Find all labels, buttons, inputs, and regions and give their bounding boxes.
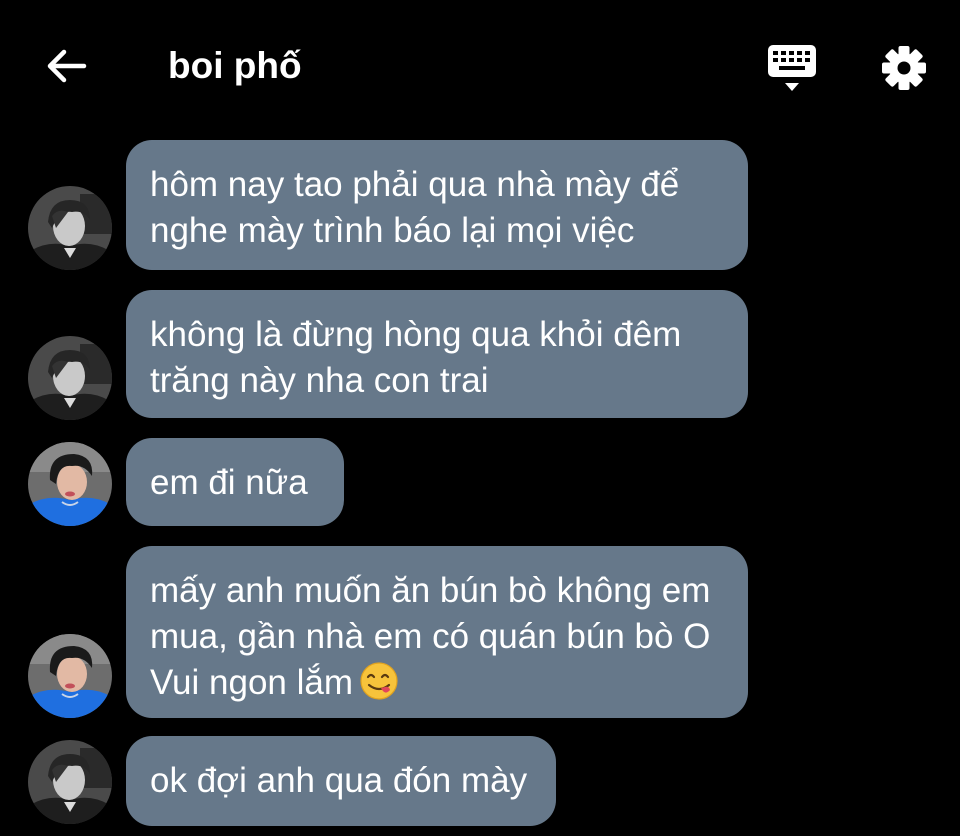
message-text-line: nghe mày trình báo lại mọi việc (150, 211, 635, 250)
message-text-line: hôm nay tao phải qua nhà mày để (150, 165, 680, 204)
avatar-gray-hair (28, 336, 112, 420)
face-savoring-food-emoji (360, 662, 398, 700)
avatar-blue-shirt (28, 442, 112, 526)
message-bubble[interactable]: hôm nay tao phải qua nhà mày để nghe mày… (126, 140, 748, 270)
message-bubble[interactable]: ok đợi anh qua đón mày (126, 736, 556, 826)
avatar-gray-hair (28, 740, 112, 824)
message-text-line: mấy anh muốn ăn bún bò không em (150, 571, 711, 610)
avatar[interactable] (28, 740, 112, 824)
message-text-line: trăng này nha con trai (150, 361, 489, 400)
message-text-line-with-emoji: Vui ngon lắm (150, 660, 724, 706)
message-text-line: mua, gần nhà em có quán bún bò O (150, 617, 711, 656)
message-text-line: Vui ngon lắm (150, 663, 353, 702)
message-text-line: không là đừng hòng qua khỏi đêm (150, 315, 682, 354)
avatar-blue-shirt (28, 634, 112, 718)
avatar[interactable] (28, 442, 112, 526)
message-bubble[interactable]: không là đừng hòng qua khỏi đêm trăng nà… (126, 290, 748, 418)
message-bubble[interactable]: em đi nữa (126, 438, 344, 526)
message-text-line: em đi nữa (150, 463, 308, 502)
avatar[interactable] (28, 186, 112, 270)
message-text-line: ok đợi anh qua đón mày (150, 761, 528, 800)
avatar[interactable] (28, 336, 112, 420)
message-bubble[interactable]: mấy anh muốn ăn bún bò không em mua, gần… (126, 546, 748, 718)
message-list: hôm nay tao phải qua nhà mày để nghe mày… (0, 0, 960, 836)
avatar[interactable] (28, 634, 112, 718)
avatar-gray-hair (28, 186, 112, 270)
